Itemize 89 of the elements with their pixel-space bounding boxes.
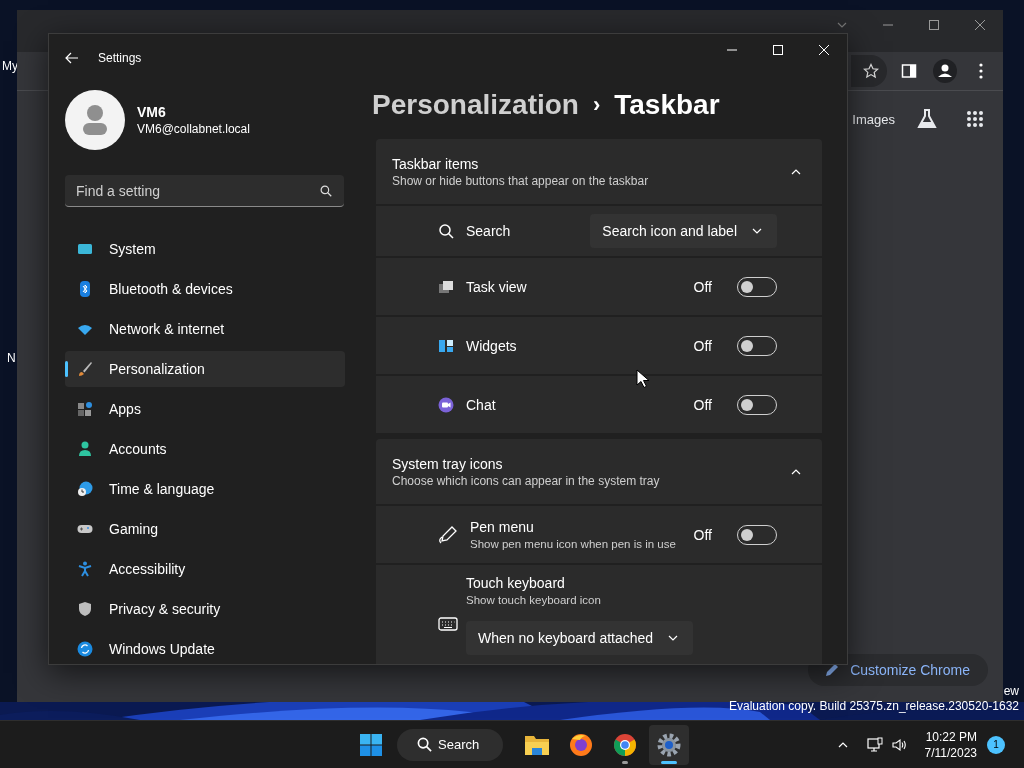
- cursor-icon: [636, 369, 650, 389]
- toggle-state-label: Off: [693, 396, 712, 413]
- star-icon: [863, 63, 879, 79]
- grid-icon: [966, 110, 984, 128]
- setting-description: Show touch keyboard icon: [466, 593, 602, 608]
- dropdown[interactable]: When no keyboard attached: [466, 621, 694, 655]
- sync-icon: [77, 641, 93, 657]
- nav-item[interactable]: Apps: [65, 391, 345, 427]
- nav-item[interactable]: Bluetooth & devices: [65, 271, 345, 307]
- search-icon: [438, 223, 454, 239]
- section-header[interactable]: System tray icons Choose which icons can appear in the system tray: [376, 439, 822, 504]
- nav-item[interactable]: Personalization: [65, 351, 345, 387]
- desktop-icon-label: My: [2, 59, 18, 73]
- search-button[interactable]: Search: [397, 728, 503, 761]
- windows-logo-icon: [359, 732, 383, 757]
- setting-description: Show pen menu icon when pen is in use: [470, 536, 677, 552]
- page-title: Taskbar: [614, 89, 720, 121]
- customize-button[interactable]: Customize Chrome: [808, 654, 988, 686]
- breadcrumb-link[interactable]: Personalization: [372, 89, 579, 121]
- maximize-icon: [929, 20, 939, 30]
- images-link[interactable]: Images: [852, 111, 895, 127]
- setting-label: Task view: [466, 277, 528, 296]
- globe-clock-icon: [77, 481, 93, 497]
- close-icon: [975, 20, 985, 30]
- breadcrumb-separator: ›: [592, 92, 601, 118]
- brush-icon: [77, 361, 93, 377]
- dropdown[interactable]: Search icon and label: [590, 214, 777, 248]
- user-name: VM6: [137, 103, 167, 121]
- setting-label: Widgets: [466, 336, 518, 355]
- shield-icon: [77, 601, 93, 617]
- fox-globe-icon: [569, 732, 593, 757]
- section-title: System tray icons: [392, 454, 504, 473]
- person-icon: [933, 59, 957, 83]
- watermark-text: Evaluation copy. Build 25375.zn_release.230520-1632: [729, 699, 1019, 714]
- nav-item[interactable]: Privacy & security: [65, 591, 345, 627]
- gear-icon: [657, 732, 681, 757]
- desktop-icon-label: N: [7, 351, 16, 365]
- accessibility-icon: [77, 561, 93, 577]
- watermark-text: ew: [1003, 684, 1019, 699]
- window-title: Settings: [98, 51, 142, 65]
- search-icon: [320, 185, 332, 197]
- pencil-icon: [824, 662, 841, 678]
- close-icon: [819, 45, 829, 55]
- toggle-state-label: Off: [693, 337, 712, 354]
- windows-stack-icon: [438, 278, 454, 295]
- section-subtitle: Choose which icons can appear in the system tray: [392, 472, 660, 489]
- nav-item[interactable]: Accounts: [65, 431, 345, 467]
- nav-item[interactable]: Windows Update: [65, 631, 345, 664]
- toggle-state-label: Off: [693, 526, 712, 543]
- section-subtitle: Show or hide buttons that appear on the taskbar: [392, 172, 649, 189]
- section-title: Taskbar items: [392, 154, 480, 173]
- maximize-icon: [773, 45, 783, 55]
- address-bar[interactable]: [851, 55, 887, 87]
- nav-item[interactable]: Network & internet: [65, 311, 345, 347]
- chrome-icon: [613, 732, 637, 757]
- setting-label: Touch keyboard: [466, 574, 566, 592]
- chat-icon: [438, 396, 454, 413]
- back-arrow-icon: [65, 51, 79, 65]
- setting-label: Pen menu: [470, 517, 535, 536]
- clock[interactable]: 10:22 PM 7/11/2023: [924, 728, 977, 761]
- search-field[interactable]: Find a setting: [65, 175, 344, 207]
- person-icon: [77, 441, 93, 457]
- profile-button[interactable]: [931, 57, 959, 85]
- nav-item[interactable]: Time & language: [65, 471, 345, 507]
- section-header[interactable]: Taskbar items Show or hide buttons that appear on the taskbar: [376, 139, 822, 204]
- setting-label: Chat: [466, 395, 497, 414]
- notification-badge[interactable]: 1: [987, 735, 1005, 754]
- nav-item[interactable]: Accessibility: [65, 551, 345, 587]
- taskbar-app-button[interactable]: [649, 724, 689, 765]
- speaker-icon: [890, 736, 907, 753]
- avatar: [65, 90, 125, 150]
- keyboard-icon: [438, 616, 458, 632]
- time-text: 10:22 PM: [925, 728, 977, 745]
- monitor-icon: [77, 241, 93, 257]
- more-icon: [979, 63, 983, 79]
- apps-icon: [77, 401, 93, 417]
- nav-item[interactable]: Gaming: [65, 511, 345, 547]
- setting-label: Search: [466, 222, 512, 240]
- network-icon: [866, 736, 883, 753]
- date-text: 7/11/2023: [924, 744, 977, 761]
- flask-icon: [916, 108, 938, 130]
- toggle-state-label: Off: [693, 278, 712, 295]
- bluetooth-icon: [77, 281, 93, 297]
- nav-item[interactable]: System: [65, 231, 345, 267]
- side-panel-icon: [901, 63, 917, 79]
- widgets-icon: [438, 337, 454, 354]
- user-email: VM6@collabnet.local: [137, 121, 250, 137]
- pen-icon: [438, 524, 458, 545]
- search-icon: [417, 737, 432, 752]
